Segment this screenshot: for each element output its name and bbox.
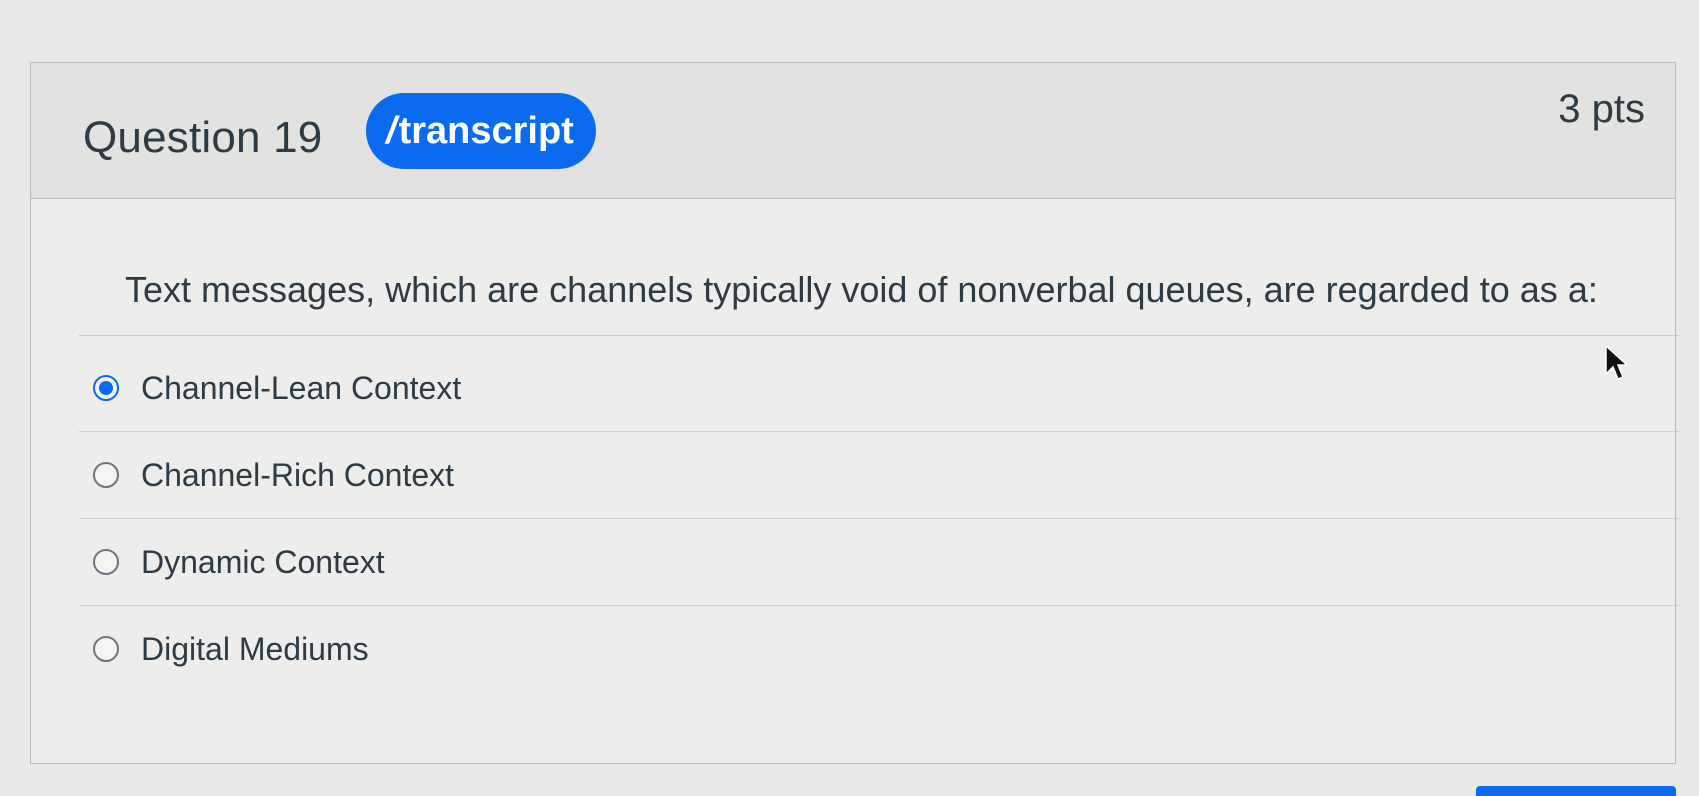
answer-label: Channel-Rich Context [141,456,455,493]
radio-button-selected[interactable] [93,375,119,401]
question-text: Text messages, which are channels typica… [125,269,1598,310]
radio-button[interactable] [93,462,119,488]
answer-list: Channel-Lean Context Channel-Rich Contex… [79,345,1679,692]
answer-option[interactable]: Dynamic Context [79,519,1679,606]
question-card: Question 19 / transcript 3 pts Text mess… [30,62,1679,764]
radio-button[interactable] [93,636,119,662]
question-divider [79,335,1679,336]
transcript-badge[interactable]: / transcript [366,93,596,169]
answer-label: Digital Mediums [141,630,369,667]
slash-icon: / [386,109,397,152]
answer-option[interactable]: Channel-Rich Context [79,432,1679,519]
next-button[interactable] [1476,786,1676,796]
answer-label: Dynamic Context [141,543,385,580]
question-header: Question 19 / transcript 3 pts [31,63,1675,199]
radio-button[interactable] [93,549,119,575]
answer-option[interactable]: Digital Mediums [79,606,1679,692]
question-title: Question 19 [83,113,323,162]
answer-label: Channel-Lean Context [141,369,462,406]
quiz-page: Question 19 / transcript 3 pts Text mess… [0,0,1699,796]
badge-label: transcript [398,109,574,152]
question-points: 3 pts [1558,87,1645,131]
answer-option[interactable]: Channel-Lean Context [79,345,1679,432]
